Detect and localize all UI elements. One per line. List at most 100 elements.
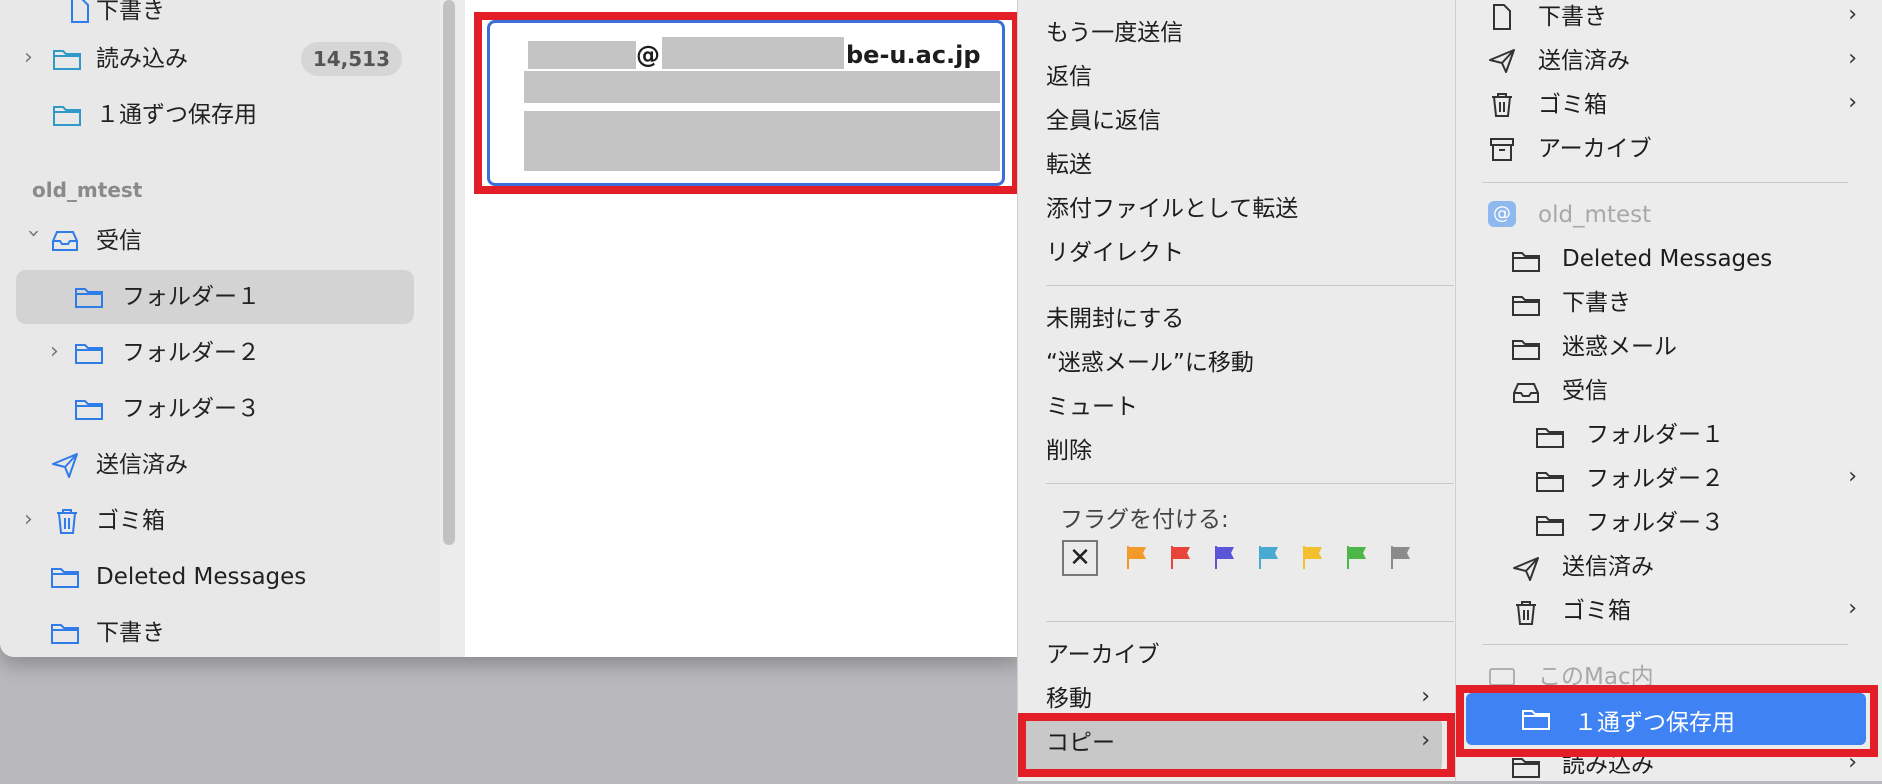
menu-separator	[1046, 285, 1454, 286]
sidebar-item-folder-1[interactable]: フォルダー１	[16, 270, 414, 324]
doc-icon	[64, 0, 94, 25]
inbox-icon	[50, 227, 80, 255]
folder-icon	[1512, 248, 1540, 274]
sidebar-item-one-by-one[interactable]: １通ずつ保存用	[16, 88, 414, 142]
chevron-right-icon: ›	[1848, 596, 1857, 621]
chevron-right-icon[interactable]: ›	[24, 508, 46, 532]
menu-separator	[1482, 644, 1848, 645]
sidebar-item-drafts-2[interactable]: 下書き	[16, 606, 414, 657]
flag-color-button[interactable]	[1344, 544, 1370, 570]
sidebar-item-label: フォルダー２	[122, 340, 260, 366]
submenu-item-drafts-2[interactable]: 下書き	[1562, 288, 1631, 318]
paperplane-icon	[1488, 48, 1516, 74]
archive-icon	[1488, 136, 1516, 162]
folder-icon	[1536, 468, 1564, 494]
submenu-item-folder-2[interactable]: フォルダー２	[1586, 464, 1724, 494]
doc-icon	[1488, 4, 1516, 30]
paperplane-icon	[1512, 556, 1540, 582]
folder-icon	[1536, 512, 1564, 538]
menu-item-resend[interactable]: もう一度送信	[1046, 18, 1183, 48]
copy-submenu: 下書き › 送信済み › ゴミ箱 › アーカイブ @ old_mtest Del…	[1455, 0, 1882, 781]
sidebar-item-label: 受信	[96, 228, 142, 254]
scrollbar-thumb[interactable]	[443, 0, 455, 545]
menu-item-move[interactable]: 移動	[1046, 684, 1092, 714]
annotation-highlight-destination	[1456, 685, 1878, 757]
menu-item-archive[interactable]: アーカイブ	[1046, 640, 1160, 670]
menu-item-mark-unread[interactable]: 未開封にする	[1046, 304, 1184, 334]
sidebar-scrollbar[interactable]	[442, 0, 456, 545]
sidebar-item-label: 送信済み	[96, 452, 188, 478]
folder-icon	[1512, 754, 1540, 780]
chevron-right-icon[interactable]: ›	[50, 340, 72, 364]
menu-item-forward-as-attachment[interactable]: 添付ファイルとして転送	[1046, 194, 1298, 224]
sidebar-item-sent[interactable]: 送信済み	[16, 438, 414, 492]
sidebar-item-import[interactable]: › 読み込み 14,513	[16, 32, 414, 86]
flag-color-button[interactable]	[1300, 544, 1326, 570]
submenu-item-sent[interactable]: 送信済み	[1538, 46, 1630, 76]
trash-icon	[1512, 600, 1540, 626]
submenu-item-deleted-messages[interactable]: Deleted Messages	[1562, 244, 1772, 274]
annotation-highlight-copy	[1018, 713, 1455, 777]
folder-icon	[74, 395, 104, 423]
menu-item-forward[interactable]: 転送	[1046, 150, 1092, 180]
submenu-item-folder-1[interactable]: フォルダー１	[1586, 420, 1724, 450]
menu-item-delete[interactable]: 削除	[1046, 436, 1092, 466]
trash-icon	[1488, 92, 1516, 118]
folder-icon	[74, 339, 104, 367]
flag-color-button[interactable]	[1168, 544, 1194, 570]
submenu-item-inbox[interactable]: 受信	[1562, 376, 1608, 406]
chevron-right-icon: ›	[1848, 46, 1857, 71]
folder-icon	[52, 45, 82, 73]
sidebar-item-label: 下書き	[96, 620, 165, 646]
menu-separator	[1482, 182, 1848, 183]
sidebar: 下書き › 読み込み 14,513 １通ずつ保存用 old_mtest › 受信	[0, 0, 440, 657]
submenu-account-old-mtest: old_mtest	[1538, 202, 1652, 228]
flag-color-button[interactable]	[1212, 544, 1238, 570]
folder-icon	[50, 563, 80, 591]
folder-icon	[74, 283, 104, 311]
submenu-item-folder-3[interactable]: フォルダー３	[1586, 508, 1724, 538]
folder-icon	[1536, 424, 1564, 450]
submenu-item-trash-2[interactable]: ゴミ箱	[1562, 596, 1631, 626]
flag-color-button[interactable]	[1388, 544, 1414, 570]
folder-icon	[50, 619, 80, 647]
menu-item-move-to-junk[interactable]: “迷惑メール”に移動	[1046, 348, 1254, 378]
context-menu: もう一度送信 返信 全員に返信 転送 添付ファイルとして転送 リダイレクト 未開…	[1017, 0, 1456, 781]
flag-color-button[interactable]	[1256, 544, 1282, 570]
account-section-label: old_mtest	[32, 178, 143, 202]
sidebar-item-folder-2[interactable]: › フォルダー２	[16, 326, 414, 380]
sidebar-item-inbox[interactable]: › 受信	[16, 214, 414, 268]
submenu-item-junk[interactable]: 迷惑メール	[1562, 332, 1677, 362]
submenu-item-trash[interactable]: ゴミ箱	[1538, 90, 1607, 120]
sidebar-item-label: 下書き	[96, 0, 165, 24]
sidebar-item-label: 読み込み	[96, 46, 188, 72]
sidebar-item-label: フォルダー１	[122, 284, 260, 310]
flag-color-button[interactable]	[1124, 544, 1150, 570]
sidebar-item-label: Deleted Messages	[96, 564, 307, 590]
folder-icon	[52, 101, 82, 129]
paperplane-icon	[50, 451, 80, 479]
sidebar-item-deleted-messages[interactable]: Deleted Messages	[16, 550, 414, 604]
folder-icon	[1512, 336, 1540, 362]
menu-item-mute[interactable]: ミュート	[1046, 392, 1138, 422]
unread-count-badge: 14,513	[300, 42, 402, 76]
sidebar-item-trash[interactable]: › ゴミ箱	[16, 494, 414, 548]
submenu-item-sent-2[interactable]: 送信済み	[1562, 552, 1654, 582]
flag-none-button[interactable]: ✕	[1062, 540, 1098, 576]
submenu-item-archive[interactable]: アーカイブ	[1538, 134, 1652, 164]
menu-item-redirect[interactable]: リダイレクト	[1046, 238, 1184, 268]
at-icon: @	[1488, 201, 1516, 227]
menu-separator	[1046, 621, 1454, 622]
submenu-item-drafts[interactable]: 下書き	[1538, 2, 1607, 32]
sidebar-item-folder-3[interactable]: フォルダー３	[16, 382, 414, 436]
menu-item-reply-all[interactable]: 全員に返信	[1046, 106, 1161, 136]
chevron-right-icon: ›	[1421, 684, 1430, 709]
annotation-highlight-message	[474, 12, 1020, 194]
chevron-right-icon[interactable]: ›	[24, 46, 46, 70]
menu-separator	[1046, 483, 1454, 484]
chevron-down-icon[interactable]: ›	[21, 229, 46, 251]
sidebar-item-label: １通ずつ保存用	[96, 102, 257, 128]
flag-section-label: フラグを付ける:	[1060, 507, 1229, 533]
menu-item-reply[interactable]: 返信	[1046, 62, 1092, 92]
sidebar-item-label: フォルダー３	[122, 396, 260, 422]
